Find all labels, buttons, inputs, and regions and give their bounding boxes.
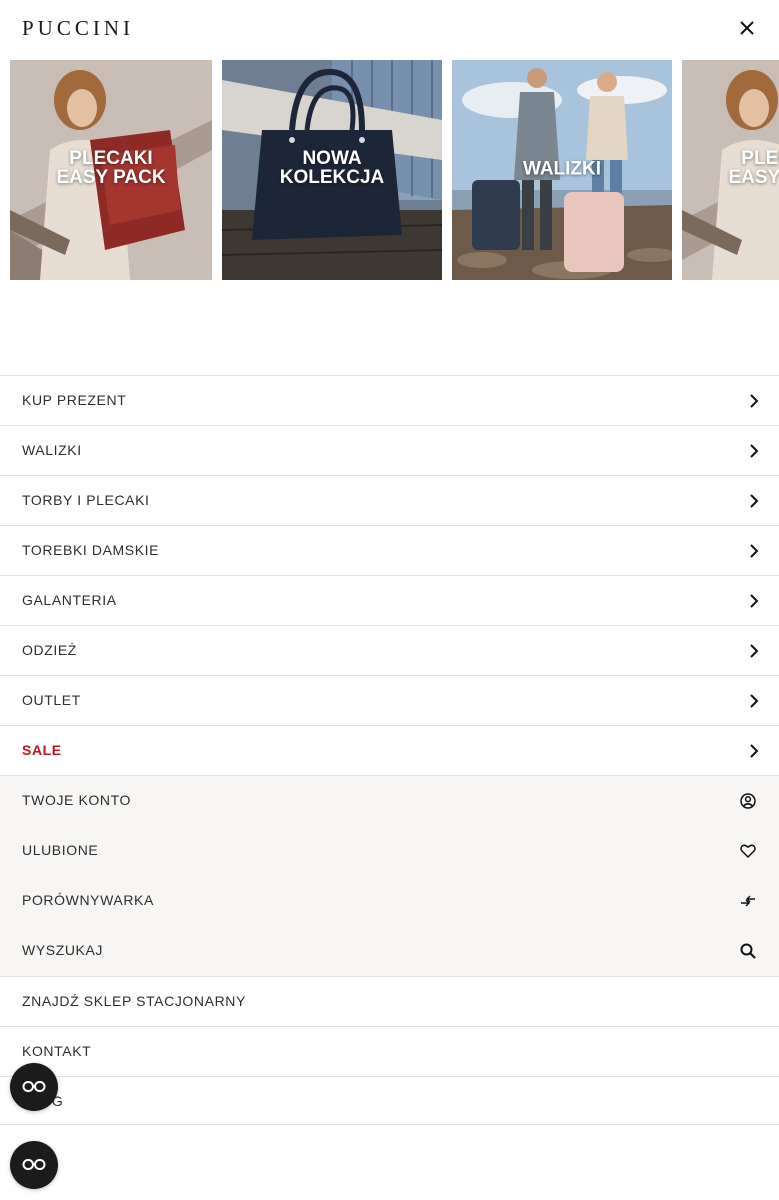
link-znajdz-sklep[interactable]: ZNAJDŹ SKLEP STACJONARNY <box>0 976 779 1026</box>
menu-item-torebki-damskie[interactable]: TOREBKI DAMSKIE <box>0 525 779 575</box>
heart-icon <box>739 842 757 860</box>
chevron-right-icon <box>750 544 759 558</box>
banner-label: PLECAKI EASY PACK <box>56 148 166 189</box>
close-icon <box>740 21 754 35</box>
menu-item-label: TORBY I PLECAKI <box>22 492 150 508</box>
account-item-label: WYSZUKAJ <box>22 942 104 958</box>
user-icon <box>739 792 757 810</box>
account-item-label: ULUBIONE <box>22 842 99 858</box>
footer-links: ZNAJDŹ SKLEP STACJONARNY KONTAKT BLOG <box>0 976 779 1125</box>
account-item-label: PORÓWNYWARKA <box>22 892 154 908</box>
menu-item-torby-i-plecaki[interactable]: TORBY I PLECAKI <box>0 475 779 525</box>
chevron-right-icon <box>750 444 759 458</box>
close-button[interactable] <box>737 17 757 39</box>
accessibility-button[interactable] <box>10 1141 58 1189</box>
main-menu: KUP PREZENT WALIZKI TORBY I PLECAKI TORE… <box>0 375 779 1125</box>
accessibility-button[interactable] <box>10 1063 58 1111</box>
search-icon <box>739 942 757 960</box>
chevron-right-icon <box>750 694 759 708</box>
menu-item-label: GALANTERIA <box>22 592 117 608</box>
menu-item-galanteria[interactable]: GALANTERIA <box>0 575 779 625</box>
banner-label: PLECAKI EASY PACK <box>728 148 779 189</box>
account-item-label: TWOJE KONTO <box>22 792 132 808</box>
link-kontakt[interactable]: KONTAKT <box>0 1026 779 1076</box>
menu-item-sale[interactable]: SALE <box>0 725 779 775</box>
menu-item-label: OUTLET <box>22 692 81 708</box>
menu-item-label: WALIZKI <box>22 442 82 458</box>
chevron-right-icon <box>750 644 759 658</box>
glasses-icon <box>22 1081 46 1092</box>
divider <box>0 1124 779 1125</box>
chevron-right-icon <box>750 594 759 608</box>
account-item-porownywarka[interactable]: PORÓWNYWARKA <box>0 876 779 926</box>
compare-icon <box>739 892 757 910</box>
banner-label: NOWA KOLEKCJA <box>279 148 385 189</box>
account-item-twoje-konto[interactable]: TWOJE KONTO <box>0 776 779 826</box>
chevron-right-icon <box>750 494 759 508</box>
menu-item-label: TOREBKI DAMSKIE <box>22 542 160 558</box>
link-label: KONTAKT <box>22 1043 92 1059</box>
glasses-icon <box>22 1159 46 1170</box>
menu-item-label: ODZIEŻ <box>22 642 77 658</box>
menu-item-outlet[interactable]: OUTLET <box>0 675 779 725</box>
link-label: ZNAJDŹ SKLEP STACJONARNY <box>22 993 246 1009</box>
menu-item-odziez[interactable]: ODZIEŻ <box>0 625 779 675</box>
banner-carousel[interactable]: PLECAKI EASY PACK NOWA KOLEKCJA WALIZKI … <box>10 60 779 280</box>
link-blog[interactable]: BLOG <box>0 1076 779 1124</box>
account-item-ulubione[interactable]: ULUBIONE <box>0 826 779 876</box>
menu-item-label: SALE <box>22 742 62 758</box>
banner-suitcases[interactable]: WALIZKI <box>452 60 672 280</box>
brand-logo[interactable]: PUCCINI <box>22 16 134 41</box>
chevron-right-icon <box>750 394 759 408</box>
account-item-wyszukaj[interactable]: WYSZUKAJ <box>0 926 779 976</box>
menu-item-label: KUP PREZENT <box>22 392 127 408</box>
banner-backpacks-clone[interactable]: PLECAKI EASY PACK <box>682 60 779 280</box>
chevron-right-icon <box>750 744 759 758</box>
banner-backpacks[interactable]: PLECAKI EASY PACK <box>10 60 212 280</box>
menu-item-walizki[interactable]: WALIZKI <box>0 425 779 475</box>
banner-new-collection[interactable]: NOWA KOLEKCJA <box>222 60 442 280</box>
banner-label: WALIZKI <box>522 158 602 180</box>
account-section: TWOJE KONTO ULUBIONE PORÓWNYWARKA WYSZUK… <box>0 775 779 976</box>
menu-item-kup-prezent[interactable]: KUP PREZENT <box>0 375 779 425</box>
menu-header: PUCCINI <box>0 0 779 56</box>
